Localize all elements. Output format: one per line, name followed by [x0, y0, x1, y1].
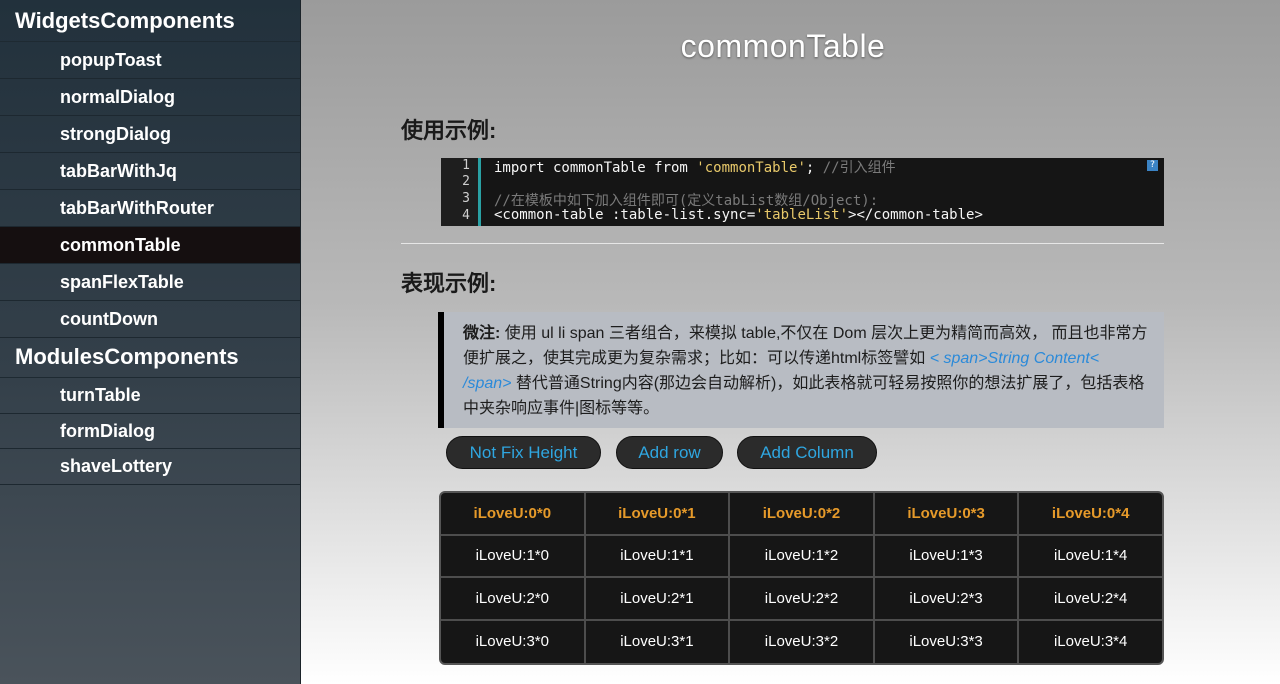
nav-item-tabbarwithjq[interactable]: tabBarWithJq [0, 153, 300, 190]
code-comment: //引入组件 [822, 160, 896, 176]
code-token: ></common-table> [848, 207, 983, 223]
code-token: <common-table :table-list.sync= [494, 207, 756, 223]
group-title-modules: ModulesComponents [0, 338, 300, 378]
table-cell: iLoveU:1*1 [586, 535, 731, 576]
add-column-button[interactable]: Add Column [737, 436, 877, 469]
main-content: commonTable 使用示例: 1 2 3 4 import commonT… [301, 0, 1280, 684]
line-number: 4 [462, 208, 470, 223]
table-cell: iLoveU:3*4 [1053, 633, 1128, 651]
table-header-cell: iLoveU:0*2 [730, 493, 875, 534]
table-cell: iLoveU:1*0 [441, 535, 586, 576]
table-header-row: iLoveU:0*0 iLoveU:0*1 iLoveU:0*2 iLoveU:… [441, 493, 1162, 536]
group-title-widgets: WidgetsComponents [0, 0, 300, 42]
table-cell: iLoveU:2*2 [730, 578, 875, 619]
table-header-cell: iLoveU:0*4 [1051, 504, 1130, 522]
table-row: iLoveU:3*0 iLoveU:3*1 iLoveU:3*2 iLoveU:… [441, 620, 1162, 663]
code-block: 1 2 3 4 import commonTable from 'commonT… [441, 158, 1164, 226]
table-header-cell: iLoveU:0*0 [441, 493, 586, 534]
nav-item-spanflextable[interactable]: spanFlexTable [0, 264, 300, 301]
note-text: 替代普通String内容(那边会自动解析)，如此表格就可轻易按照你的想法扩展了，… [463, 375, 1145, 417]
nav-item-popuptoast[interactable]: popupToast [0, 42, 300, 79]
note-label: 微注: [463, 325, 501, 342]
table-cell: iLoveU:2*3 [875, 578, 1020, 619]
code-string: 'tableList' [755, 207, 849, 223]
table-cell: iLoveU:3*0 [441, 620, 586, 663]
table-row: iLoveU:1*0 iLoveU:1*1 iLoveU:1*2 iLoveU:… [441, 535, 1162, 578]
table-cell: iLoveU:2*1 [586, 578, 731, 619]
table-header-cell: iLoveU:0*3 [875, 493, 1020, 534]
code-token: ; [805, 160, 823, 176]
nav-item-strongdialog[interactable]: strongDialog [0, 116, 300, 153]
table-header-cell: iLoveU:0*1 [586, 493, 731, 534]
nav-item-commontable[interactable]: commonTable [0, 227, 300, 264]
not-fix-height-button[interactable]: Not Fix Height [446, 436, 601, 469]
table-cell: iLoveU:3*2 [730, 620, 875, 663]
table-cell: iLoveU:2*4 [1053, 589, 1128, 607]
nav-item-tabbarwithrouter[interactable]: tabBarWithRouter [0, 190, 300, 227]
divider [401, 243, 1164, 244]
table-cell: iLoveU:3*3 [875, 620, 1020, 663]
page-title: commonTable [680, 28, 886, 64]
code-line-4: <common-table :table-list.sync='tableLis… [494, 207, 983, 223]
code-string: 'commonTable' [696, 160, 806, 176]
nav-item-turntable[interactable]: turnTable [0, 378, 300, 414]
table-cell: iLoveU:3*1 [586, 620, 731, 663]
line-number: 3 [462, 191, 470, 206]
help-icon[interactable]: ? [1147, 160, 1158, 171]
nav-item-countdown[interactable]: countDown [0, 301, 300, 338]
table-cell: iLoveU:1*2 [730, 535, 875, 576]
table-row: iLoveU:2*0 iLoveU:2*1 iLoveU:2*2 iLoveU:… [441, 578, 1162, 621]
code-line-1: import commonTable from 'commonTable'; /… [494, 157, 896, 177]
table-cell: iLoveU:1*3 [875, 535, 1020, 576]
line-number: 1 [462, 158, 470, 173]
common-table: iLoveU:0*0 iLoveU:0*1 iLoveU:0*2 iLoveU:… [439, 491, 1164, 665]
nav-item-shavelottery[interactable]: shaveLottery [0, 449, 300, 485]
line-number: 2 [462, 174, 470, 189]
nav-item-formdialog[interactable]: formDialog [0, 414, 300, 449]
usage-heading: 使用示例: [401, 118, 497, 143]
code-token: import commonTable from [494, 160, 697, 176]
sidebar: WidgetsComponents popupToast normalDialo… [0, 0, 301, 684]
add-row-button[interactable]: Add row [616, 436, 723, 469]
code-gutter: 1 2 3 4 [441, 158, 481, 226]
nav-item-normaldialog[interactable]: normalDialog [0, 79, 300, 116]
demo-heading: 表现示例: [401, 271, 497, 296]
note-block: 微注: 使用 ul li span 三者组合，来模拟 table,不仅在 Dom… [438, 312, 1164, 428]
table-cell: iLoveU:2*0 [441, 578, 586, 619]
table-cell: iLoveU:1*4 [1053, 547, 1128, 565]
